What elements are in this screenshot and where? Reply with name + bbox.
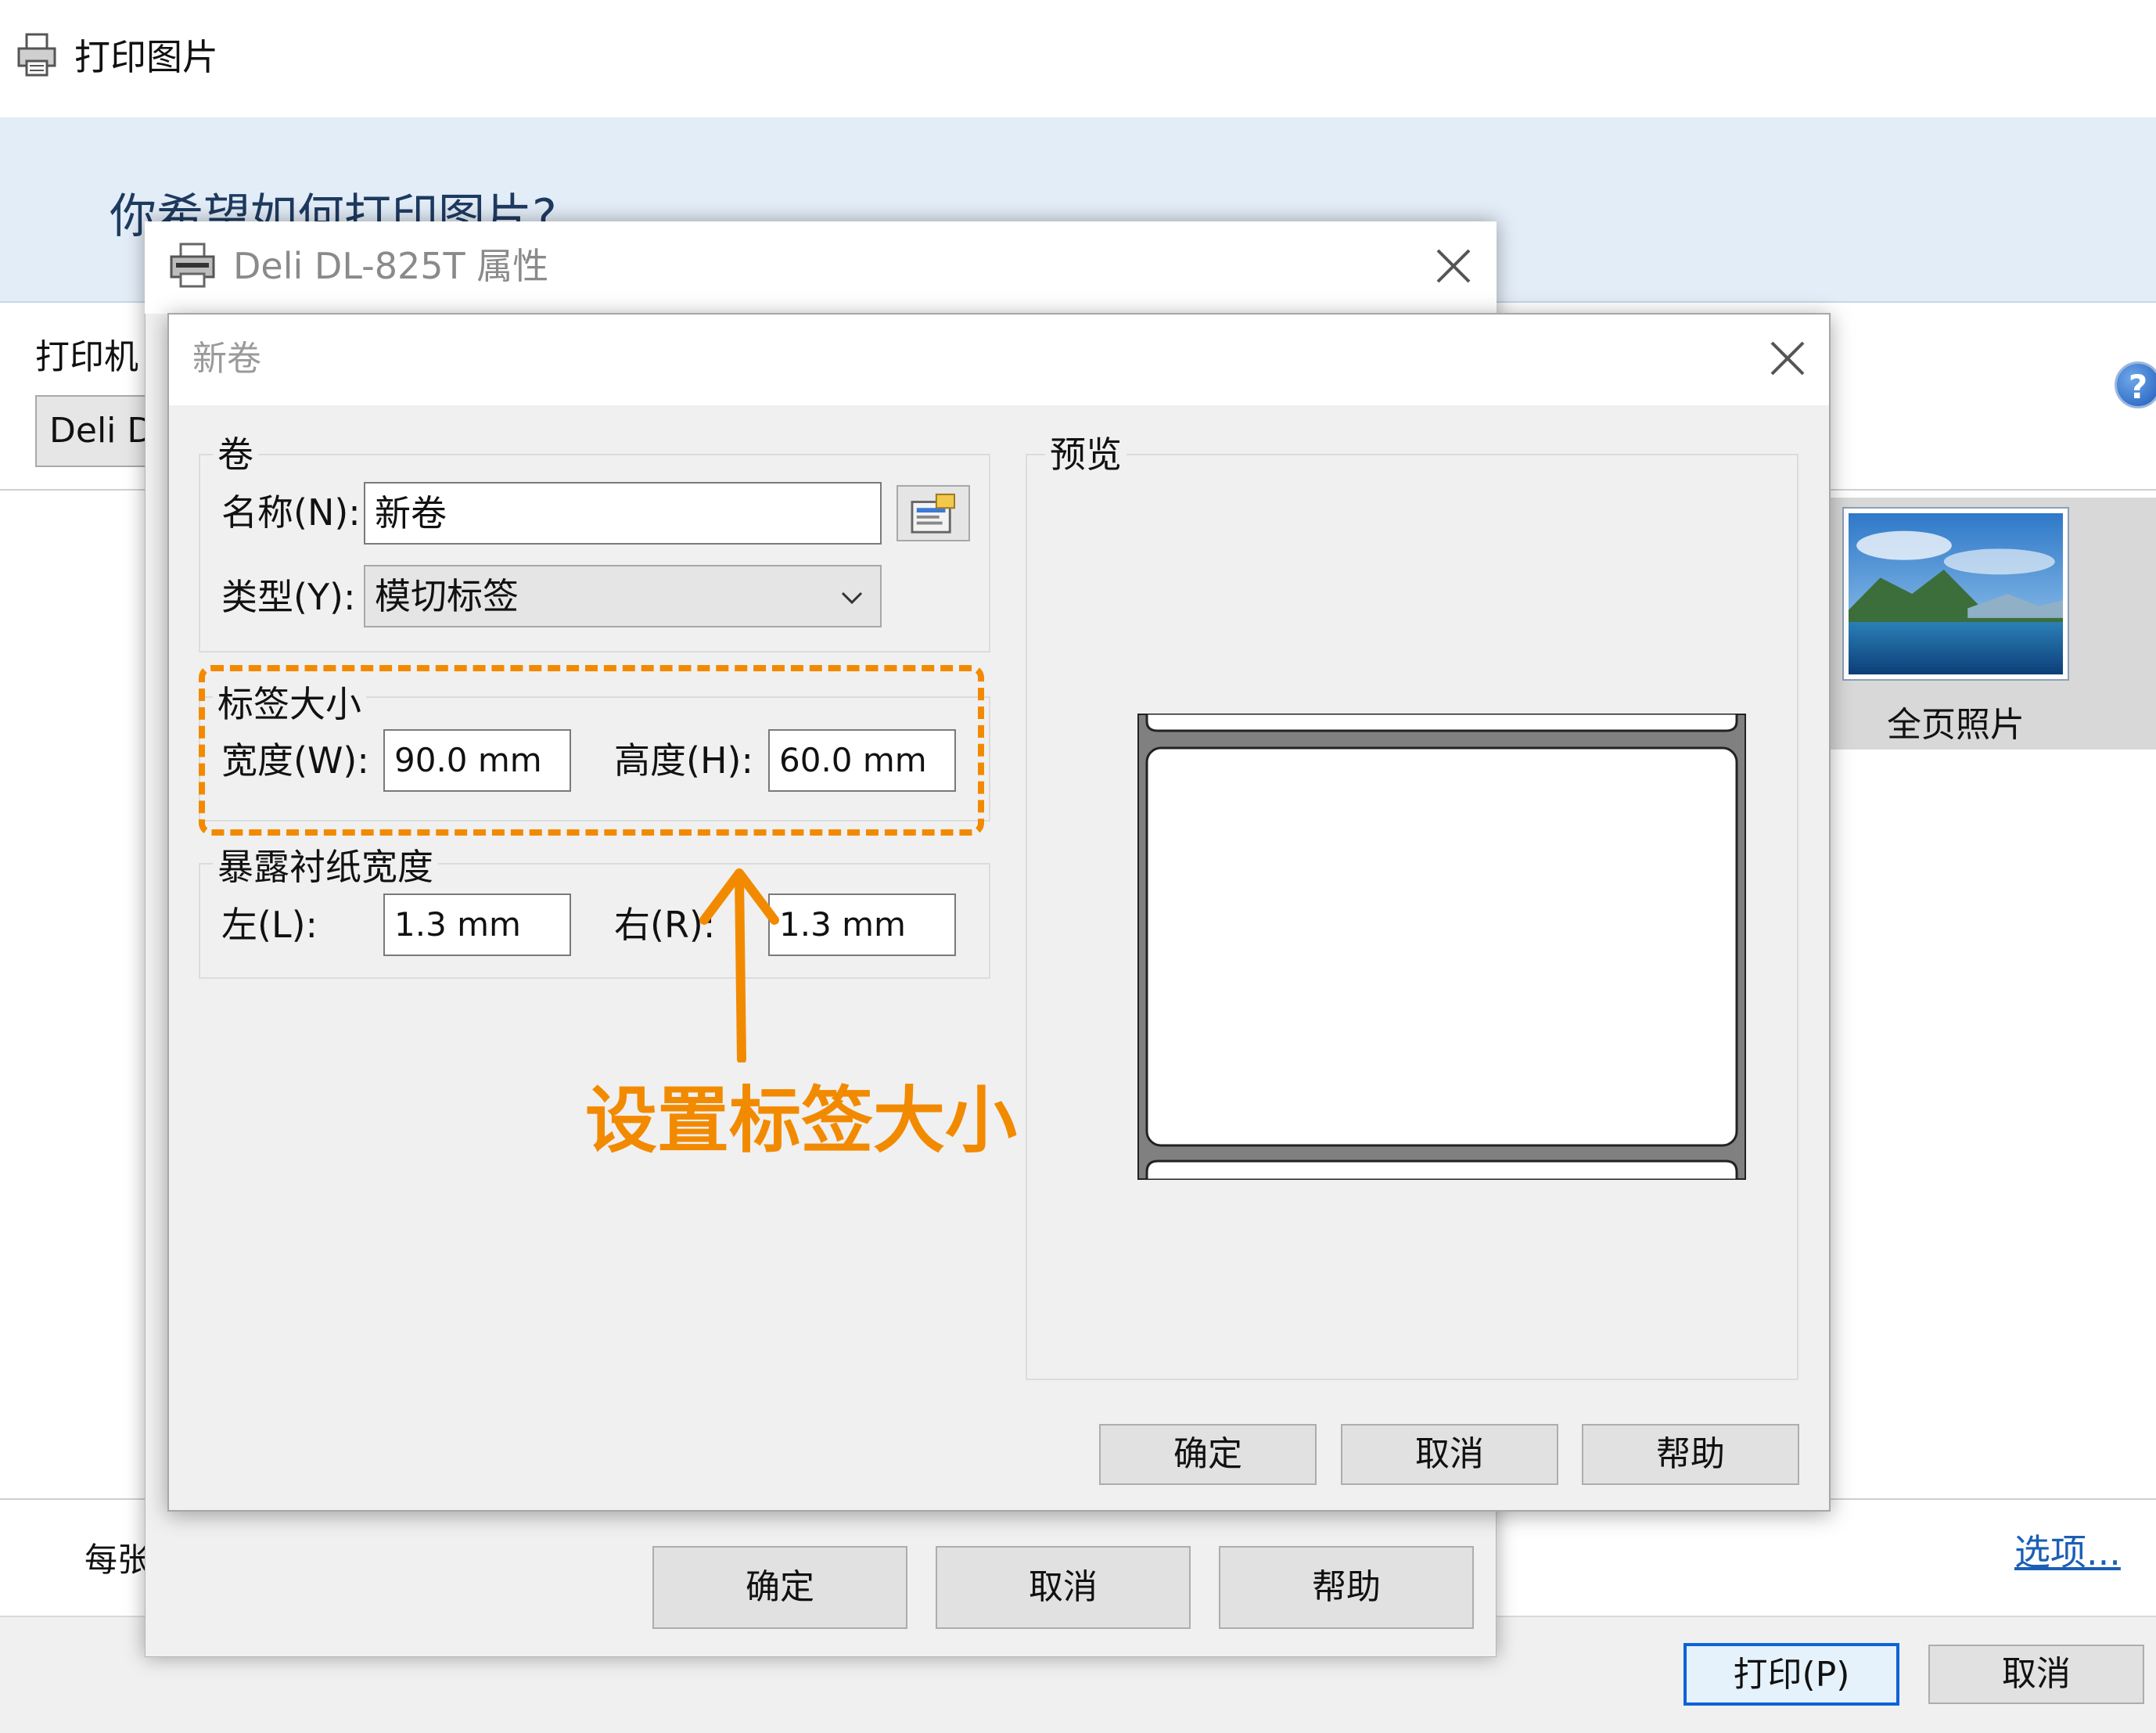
printer-icon — [16, 33, 59, 78]
cancel-button[interactable]: 取消 — [1928, 1645, 2144, 1704]
preview-group-title: 预览 — [1045, 433, 1127, 476]
chevron-down-icon — [841, 591, 863, 605]
browse-button[interactable] — [897, 485, 970, 541]
left-label: 左(L): — [221, 904, 318, 946]
properties-ok-button[interactable]: 确定 — [652, 1546, 907, 1629]
label-preview — [1136, 712, 1748, 1181]
close-icon[interactable] — [1764, 335, 1811, 382]
left-input[interactable]: 1.3 mm — [383, 893, 571, 956]
right-input[interactable]: 1.3 mm — [768, 893, 956, 956]
properties-cancel-button[interactable]: 取消 — [936, 1546, 1191, 1629]
print-button[interactable]: 打印(P) — [1683, 1643, 1899, 1706]
roll-group-title: 卷 — [213, 433, 258, 476]
landscape-thumbnail-icon[interactable] — [1842, 507, 2069, 681]
copies-label: 每张 — [84, 1541, 151, 1579]
name-input[interactable]: 新卷 — [364, 482, 882, 545]
annotation-caption: 设置标签大小 — [585, 1079, 1018, 1163]
new-roll-cancel-button[interactable]: 取消 — [1341, 1424, 1558, 1485]
type-value: 模切标签 — [375, 575, 519, 617]
window-title: 打印图片 — [74, 36, 218, 78]
name-label: 名称(N): — [221, 491, 361, 534]
printer-label: 打印机 — [35, 337, 138, 377]
type-select[interactable]: 模切标签 — [364, 565, 882, 627]
print-pictures-titlebar — [0, 0, 2156, 117]
exposed-liner-group-title: 暴露衬纸宽度 — [213, 845, 438, 889]
folder-card-icon — [911, 493, 955, 534]
options-link[interactable]: 选项... — [2014, 1524, 2121, 1576]
label-size-highlight — [199, 665, 984, 836]
layout-option-label: 全页照片 — [1887, 705, 2025, 745]
help-icon[interactable]: ? — [2115, 361, 2156, 408]
new-roll-title: 新卷 — [192, 339, 261, 379]
close-icon[interactable] — [1430, 243, 1477, 289]
arrow-up-icon — [696, 867, 782, 1064]
properties-title: Deli DL-825T 属性 — [233, 245, 549, 287]
new-roll-help-button[interactable]: 帮助 — [1582, 1424, 1799, 1485]
new-roll-titlebar — [169, 315, 1829, 405]
label-printer-icon — [168, 241, 217, 289]
new-roll-ok-button[interactable]: 确定 — [1099, 1424, 1317, 1485]
properties-help-button[interactable]: 帮助 — [1219, 1546, 1474, 1629]
type-label: 类型(Y): — [221, 576, 356, 618]
